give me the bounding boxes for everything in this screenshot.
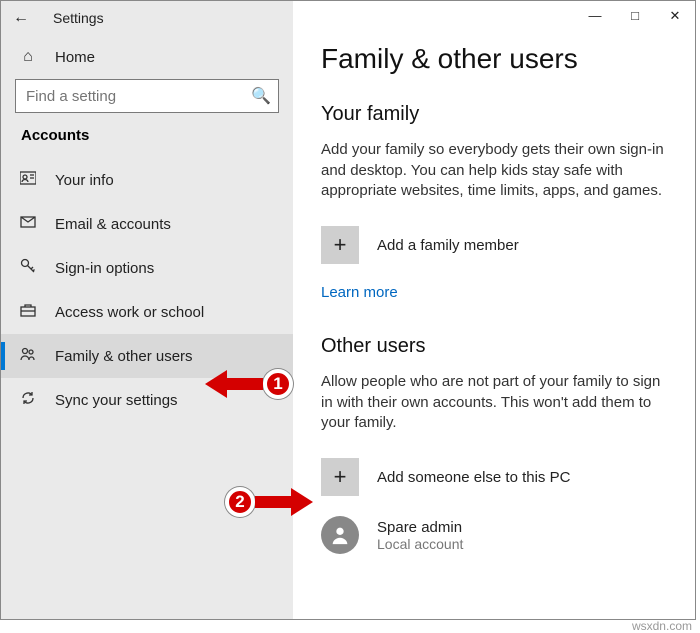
nav-label: Sync your settings — [55, 392, 178, 409]
home-icon: ⌂ — [19, 48, 37, 66]
nav-family-other[interactable]: Family & other users — [1, 334, 293, 378]
people-icon — [19, 346, 37, 367]
home-nav[interactable]: ⌂ Home — [1, 35, 293, 79]
nav-signin-options[interactable]: Sign-in options — [1, 246, 293, 290]
home-label: Home — [55, 49, 95, 66]
person-card-icon — [19, 170, 37, 191]
user-role: Local account — [377, 536, 463, 552]
watermark: wsxdn.com — [632, 619, 692, 633]
nav-label: Your info — [55, 172, 114, 189]
section-title: Accounts — [1, 127, 293, 158]
add-family-member[interactable]: + Add a family member — [321, 226, 667, 264]
plus-icon: + — [321, 458, 359, 496]
mail-icon — [19, 214, 37, 235]
add-other-label: Add someone else to this PC — [377, 469, 570, 486]
window-title: Settings — [53, 10, 104, 26]
briefcase-icon — [19, 302, 37, 323]
sync-icon — [19, 390, 37, 411]
user-row[interactable]: Spare admin Local account — [321, 516, 667, 554]
nav-work-school[interactable]: Access work or school — [1, 290, 293, 334]
add-family-label: Add a family member — [377, 237, 519, 254]
other-title: Other users — [321, 335, 667, 358]
family-title: Your family — [321, 103, 667, 126]
add-other-user[interactable]: + Add someone else to this PC — [321, 458, 667, 496]
nav-label: Email & accounts — [55, 216, 171, 233]
nav-sync[interactable]: Sync your settings — [1, 378, 293, 422]
key-icon — [19, 258, 37, 279]
close-button[interactable]: ✕ — [655, 1, 695, 31]
search-input-container[interactable]: 🔍 — [15, 79, 279, 113]
nav-label: Sign-in options — [55, 260, 154, 277]
other-description: Allow people who are not part of your fa… — [321, 372, 667, 434]
back-button[interactable]: ← — [5, 2, 37, 34]
nav-label: Family & other users — [55, 348, 193, 365]
avatar-icon — [321, 516, 359, 554]
nav-label: Access work or school — [55, 304, 204, 321]
maximize-button[interactable]: □ — [615, 1, 655, 31]
plus-icon: + — [321, 226, 359, 264]
family-description: Add your family so everybody gets their … — [321, 140, 667, 202]
search-input[interactable] — [16, 88, 244, 105]
search-icon[interactable]: 🔍 — [244, 86, 278, 106]
user-name: Spare admin — [377, 519, 463, 536]
nav-email-accounts[interactable]: Email & accounts — [1, 202, 293, 246]
minimize-button[interactable]: — — [575, 1, 615, 31]
nav-your-info[interactable]: Your info — [1, 158, 293, 202]
page-heading: Family & other users — [321, 43, 667, 75]
learn-more-link[interactable]: Learn more — [321, 284, 398, 301]
